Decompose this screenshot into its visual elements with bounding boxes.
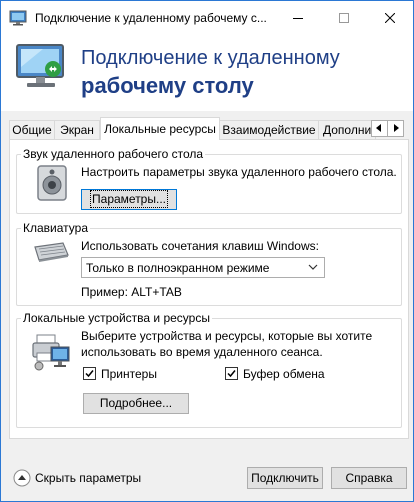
title-bar[interactable]: Подключение к удаленному рабочему с... — [1, 1, 413, 35]
clipboard-label[interactable]: Буфер обмена — [243, 367, 325, 381]
more-devices-button[interactable]: Подробнее... — [83, 393, 189, 414]
checkmark-icon — [85, 370, 94, 378]
help-button[interactable]: Справка — [331, 467, 407, 489]
dialog-header: Подключение к удаленному рабочему столу — [1, 35, 413, 111]
sound-group-legend: Звук удаленного рабочего стола — [21, 147, 206, 161]
keyboard-icon — [34, 242, 69, 262]
devices-icon — [32, 334, 70, 371]
clipboard-checkbox[interactable] — [225, 367, 238, 380]
sound-settings-button-label: Параметры... — [90, 190, 168, 208]
windows-key-combination-select[interactable]: Только в полноэкранном режиме — [81, 257, 325, 278]
connect-button[interactable]: Подключить — [247, 467, 323, 489]
tab-experience[interactable]: Взаимодействие — [219, 120, 319, 140]
chevron-right-icon — [394, 124, 399, 132]
header-title-line1: Подключение к удаленному — [81, 47, 340, 69]
tab-local-resources[interactable]: Локальные ресурсы — [100, 117, 220, 140]
close-icon — [385, 13, 395, 23]
collapse-options-icon[interactable] — [13, 469, 31, 487]
keyboard-example: Пример: ALT+TAB — [81, 285, 182, 299]
tab-scroll-left-button[interactable] — [371, 120, 388, 137]
local-devices-group-legend: Локальные устройства и ресурсы — [21, 311, 212, 325]
sound-group: Звук удаленного рабочего стола Настроить… — [16, 147, 402, 214]
tab-general[interactable]: Общие — [9, 120, 55, 140]
windows-key-combination-value: Только в полноэкранном режиме — [86, 261, 270, 275]
chevron-left-icon — [376, 124, 381, 132]
tab-display[interactable]: Экран — [54, 120, 100, 140]
minimize-button[interactable] — [275, 1, 321, 35]
tab-strip: Общие Экран Локальные ресурсы Взаимодейс… — [9, 117, 409, 140]
tab-scroll-right-button[interactable] — [387, 120, 404, 137]
chevron-down-icon — [308, 264, 318, 270]
rdp-window: Подключение к удаленному рабочему с... П… — [0, 0, 414, 502]
close-button[interactable] — [367, 1, 413, 35]
sound-description: Настроить параметры звука удаленного раб… — [81, 165, 397, 179]
remote-desktop-app-icon — [9, 10, 27, 26]
keyboard-group-legend: Клавиатура — [21, 221, 90, 235]
speaker-icon — [37, 165, 67, 201]
printers-label[interactable]: Принтеры — [101, 367, 157, 381]
remote-desktop-icon — [16, 44, 64, 87]
window-title: Подключение к удаленному рабочему с... — [35, 11, 267, 25]
sound-settings-button[interactable]: Параметры... — [81, 189, 177, 210]
keyboard-group: Клавиатура Использовать сочетания клавиш… — [16, 221, 402, 306]
tab-advanced[interactable]: Дополнит — [318, 120, 376, 140]
local-resources-panel: Звук удаленного рабочего стола Настроить… — [9, 139, 409, 439]
local-devices-description-line2: использовать во время удаленного сеанса. — [81, 345, 323, 359]
header-title-line2: рабочему столу — [81, 73, 254, 98]
keyboard-description: Использовать сочетания клавиш Windows: — [81, 239, 319, 253]
checkmark-icon — [227, 370, 236, 378]
minimize-icon — [293, 18, 303, 19]
hide-options-link[interactable]: Скрыть параметры — [35, 471, 141, 485]
maximize-icon — [339, 13, 349, 23]
local-devices-group: Локальные устройства и ресурсы Выберите … — [16, 311, 402, 428]
printers-checkbox[interactable] — [83, 367, 96, 380]
local-devices-description-line1: Выберите устройства и ресурсы, которые в… — [81, 329, 373, 343]
maximize-button[interactable] — [321, 1, 367, 35]
